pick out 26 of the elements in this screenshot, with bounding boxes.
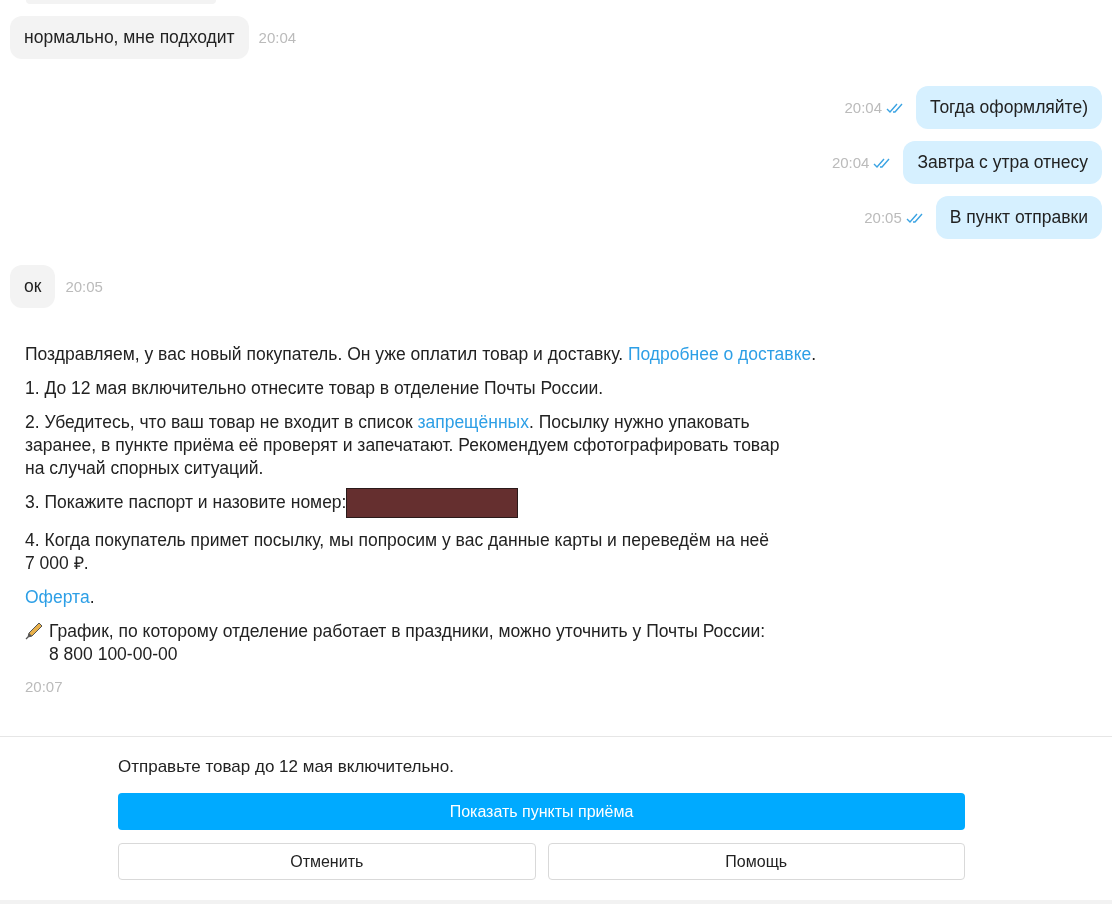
message-bubble: ок [10,265,56,308]
message-paragraph: График, по которому отделение работает в праздники, можно уточнить у Почты России: 8 800 100-00-00 [49,620,766,666]
message-time: 20:04 [831,154,870,171]
message-bubble: Тогда оформляйте) [916,86,1102,129]
deadline-text: Отправьте товар до 12 мая включительно. [118,757,455,777]
text-link[interactable]: запрещённых [417,412,529,432]
text-link[interactable]: Оферта [25,587,90,607]
pen-icon [25,622,43,640]
message-paragraph: 2. Убедитесь, что ваш товар не входит в список запрещённых. Посылку нужно упаковать заранее, в пункте приёма её проверят и запечатают. Рекомендуем сфотографировать товар на случай спорных ситуаций. [25,411,780,480]
footer-button[interactable]: Помощь [547,843,965,880]
message-time: 20:05 [65,278,103,295]
message-bubble: В пункт отправки [935,196,1102,239]
message-time: 20:07 [25,678,64,695]
message-paragraph: 4. Когда покупатель примет посылку, мы попросим у вас данные карты и переведём на неё 7 000 ₽. [25,529,770,575]
footer-button[interactable]: Отменить [118,843,536,880]
message-paragraph: Оферта. [25,586,95,609]
message-bubble: Завтра с утра отнесу [903,141,1102,184]
message-paragraph: Поздравляем, у вас новый покупатель. Он уже оплатил товар и доставку. Подробнее о доставке. [25,343,817,366]
message-time: 20:05 [864,209,902,226]
message-paragraph: 1. До 12 мая включительно отнесите товар в отделение Почты России. [25,377,604,400]
show-points-button[interactable]: Показать пункты приёма [118,793,965,830]
message-bubble: нормально, мне подходит [10,16,249,59]
text-link[interactable]: Подробнее о доставке [627,344,812,364]
message-paragraph: 3. Покажите паспорт и назовите номер: [25,491,347,514]
message-time: 20:04 [844,99,883,116]
message-time: 20:04 [258,29,297,46]
